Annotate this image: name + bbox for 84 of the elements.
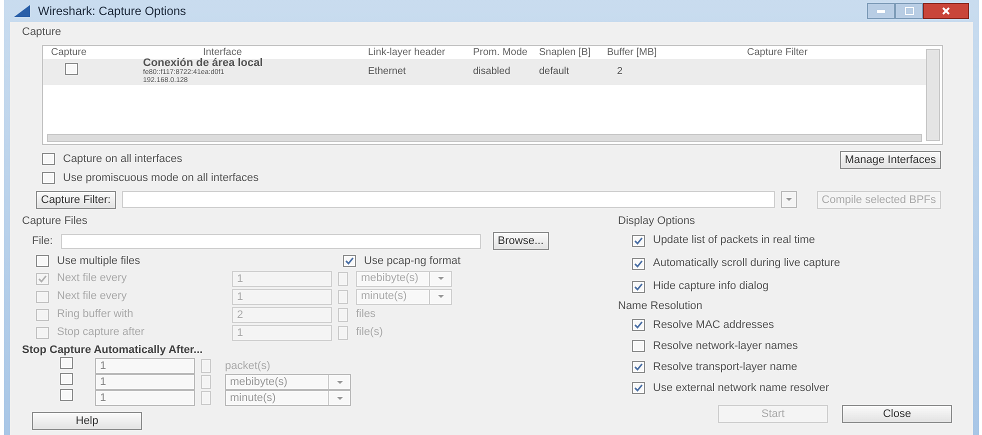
option-label: Update list of packets in real time (653, 233, 816, 248)
dropdown-arrow-icon (336, 380, 342, 384)
app-icon (14, 5, 30, 17)
spin-field[interactable]: 1 (95, 390, 195, 406)
checkbox[interactable] (632, 280, 645, 292)
unit-label: file(s) (356, 326, 383, 338)
option-label: Resolve transport-layer name (653, 360, 798, 375)
close-dialog-button[interactable]: Close (842, 404, 952, 422)
capture-filter-button[interactable]: Capture Filter: (36, 190, 116, 208)
checkbox[interactable] (42, 172, 55, 184)
dropdown[interactable]: mebibyte(s) (225, 374, 351, 390)
dropdown-button[interactable] (780, 191, 797, 208)
checkbox[interactable] (65, 63, 78, 75)
section-heading: Capture (22, 25, 62, 40)
section-heading: Stop Capture Automatically After... (22, 342, 204, 358)
manage-interfaces-button[interactable]: Manage Interfaces (840, 150, 941, 168)
checkbox[interactable] (343, 255, 356, 268)
close-button[interactable] (923, 3, 969, 19)
section-heading: Name Resolution (618, 299, 704, 314)
section-heading: Display Options (618, 214, 696, 228)
column-header[interactable]: Capture (43, 46, 113, 58)
help-button[interactable]: Help (32, 412, 142, 430)
table-cell-text: disabled (473, 65, 512, 79)
checkbox[interactable] (60, 373, 73, 386)
unit-label: packet(s) (225, 360, 270, 372)
spin-field[interactable]: 1 (95, 374, 195, 390)
dropdown-arrow-icon (786, 198, 792, 201)
column-header[interactable]: Interface (113, 46, 368, 58)
maximize-button[interactable] (895, 3, 923, 19)
column-header[interactable]: Snaplen [B] (539, 46, 607, 58)
browse-button[interactable]: Browse... (492, 232, 549, 250)
checkbox[interactable] (60, 357, 73, 370)
dropdown-arrow-icon (438, 277, 444, 280)
column-header[interactable]: Prom. Mode (473, 46, 539, 58)
column-header[interactable]: Link-layer header (368, 46, 473, 58)
checkbox[interactable] (60, 389, 73, 402)
option-label: Ring buffer with (57, 307, 134, 322)
checkbox[interactable] (632, 340, 645, 352)
spin-arrows[interactable] (338, 290, 348, 304)
option-label: Resolve network-layer names (653, 338, 798, 354)
vertical-scrollbar[interactable] (926, 48, 940, 140)
checkbox[interactable] (36, 255, 49, 268)
table-cell-text: Ethernet (368, 65, 407, 79)
spin-arrows[interactable] (338, 326, 348, 340)
option-label: Capture on all interfaces (63, 152, 182, 166)
filter-input[interactable] (122, 191, 775, 208)
option-label: Next file every (57, 271, 127, 286)
table-cell-text: 2 (616, 65, 624, 79)
minimize-icon (877, 10, 885, 12)
window-title: Wireshark: Capture Options (38, 3, 186, 20)
dropdown[interactable]: minute(s) (225, 390, 351, 406)
unit-label: files (356, 308, 376, 320)
field-label: File: (32, 234, 53, 249)
spin-field[interactable]: 1 (95, 358, 195, 374)
column-header[interactable]: Buffer [MB] (607, 46, 727, 58)
spin-arrows[interactable] (338, 308, 348, 322)
minimize-button[interactable] (867, 3, 895, 19)
checkbox[interactable] (632, 361, 645, 373)
maximize-icon (904, 7, 914, 15)
option-label: Use pcap-ng format (364, 254, 461, 269)
option-label: Resolve MAC addresses (653, 318, 774, 333)
option-label: Use multiple files (57, 254, 140, 269)
checkbox[interactable] (42, 152, 55, 165)
option-label: Automatically scroll during live capture (653, 256, 840, 272)
file-input[interactable] (60, 234, 481, 248)
dropdown-arrow-icon (336, 396, 342, 400)
checkbox[interactable] (632, 319, 645, 331)
spin-arrows[interactable] (201, 375, 211, 389)
option-label: Next file every (57, 289, 127, 304)
option-label: Use promiscuous mode on all interfaces (63, 171, 259, 186)
dropdown-arrow-icon (438, 295, 444, 298)
option-label: Use external network name resolver (653, 380, 830, 396)
interface-name: Conexión de área local (143, 58, 264, 69)
table-cell-text: default (539, 65, 570, 79)
column-header[interactable]: Capture Filter (727, 46, 857, 58)
checkbox[interactable] (632, 258, 645, 270)
option-label: Stop capture after (57, 325, 144, 340)
checkbox[interactable] (632, 382, 645, 394)
option-label: Hide capture info dialog (653, 279, 769, 294)
spin-arrows[interactable] (201, 359, 211, 373)
close-icon (942, 7, 950, 15)
spin-arrows[interactable] (201, 391, 211, 405)
section-heading: Capture Files (22, 214, 88, 228)
checkbox[interactable] (632, 234, 645, 246)
